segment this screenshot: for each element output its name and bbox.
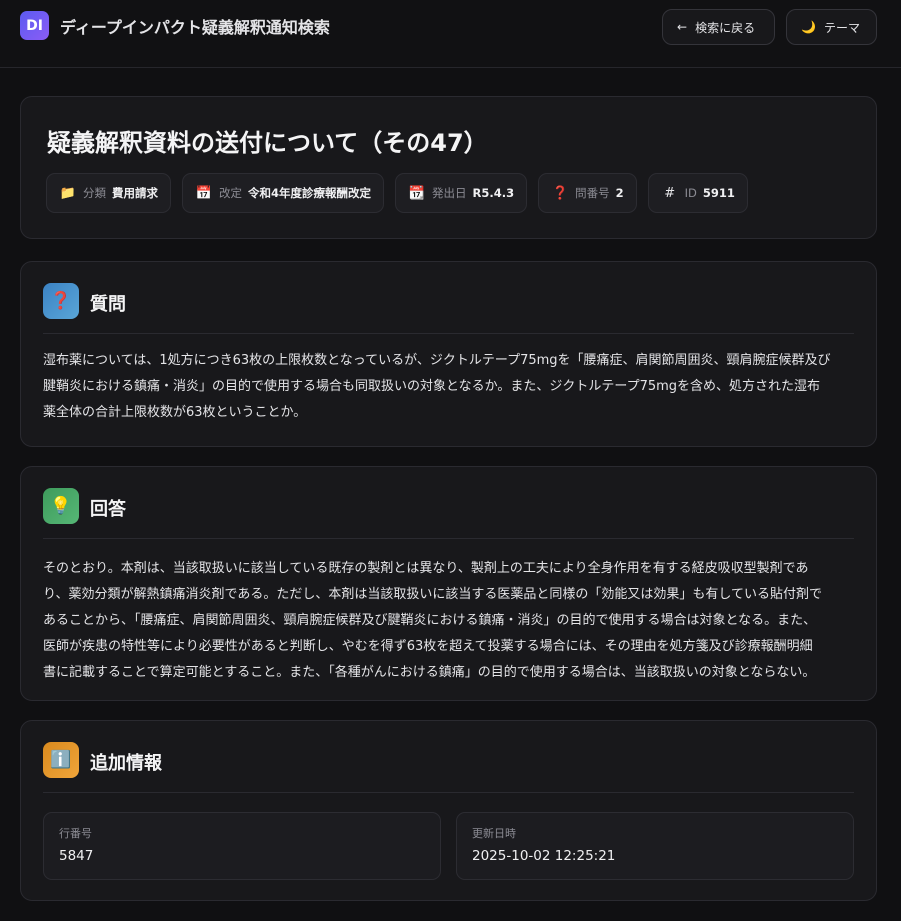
- chip-issue-date: 📆 発出日 R5.4.3: [395, 173, 528, 213]
- question-line: 薬全体の合計上限枚数が63枚ということか。: [43, 405, 307, 420]
- question-title: 質問: [90, 294, 126, 315]
- folder-icon: 📁: [59, 185, 77, 201]
- hash-icon: #: [664, 185, 676, 201]
- chip-question-number-label: 問番号: [575, 186, 610, 200]
- back-to-search-label: 検索に戻る: [695, 20, 756, 35]
- chip-category-label: 分類: [83, 186, 106, 200]
- chip-revision-value: 令和4年度診療報酬改定: [248, 186, 372, 200]
- moon-icon: 🌙: [801, 20, 816, 34]
- answer-line: り、薬効分類が解熱鎮痛消炎剤である。ただし、本剤は当該取扱いに該当する医薬品と同…: [43, 587, 822, 602]
- answer-card: 💡 回答 そのとおり。本剤は、当該取扱いに該当している既存の製剤とは異なり、製剤…: [20, 466, 877, 701]
- info-icon: ℹ️: [43, 742, 79, 778]
- app-logo[interactable]: DI: [20, 11, 49, 40]
- chip-id-value: 5911: [702, 186, 735, 200]
- chip-id-label: ID: [684, 186, 697, 200]
- document-header-card: 疑義解釈資料の送付について（その47） 📁 分類 費用請求 📅 改定 令和4年度…: [20, 96, 877, 239]
- chip-revision-label: 改定: [219, 186, 242, 200]
- updated-at-box: 更新日時 2025-10-02 12:25:21: [456, 812, 854, 880]
- additional-info-card: ℹ️ 追加情報 行番号 5847 更新日時 2025-10-02 12:25:2…: [20, 720, 877, 901]
- updated-at-value: 2025-10-02 12:25:21: [472, 848, 616, 864]
- answer-title: 回答: [90, 499, 126, 520]
- app-title: ディープインパクト疑義解釈通知検索: [60, 18, 330, 37]
- lightbulb-icon: 💡: [43, 488, 79, 524]
- updated-at-label: 更新日時: [472, 827, 516, 840]
- chip-revision: 📅 改定 令和4年度診療報酬改定: [182, 173, 385, 213]
- question-line: 湿布薬については、1処方につき63枚の上限枚数となっているが、ジクトルテープ75…: [43, 353, 831, 368]
- theme-toggle-button[interactable]: 🌙 テーマ: [786, 9, 877, 45]
- answer-line: 医師が疾患の特性等により必要性があると判断し、やむを得ず63枚を超えて投薬する場…: [43, 639, 813, 654]
- row-number-value: 5847: [59, 848, 94, 864]
- row-number-label: 行番号: [59, 827, 92, 840]
- arrow-left-icon: ←: [677, 20, 688, 34]
- answer-line: 書に記載することで算定可能とすること。また、「各種がんにおける鎮痛」の目的で使用…: [43, 665, 816, 680]
- question-card: ❓ 質問 湿布薬については、1処方につき63枚の上限枚数となっているが、ジクトル…: [20, 261, 877, 447]
- answer-line: あることから、「腰痛症、肩関節周囲炎、頸肩腕症候群及び腱鞘炎における鎮痛・消炎」…: [43, 613, 817, 628]
- chip-question-number: ❓ 問番号 2: [538, 173, 637, 213]
- page-title: 疑義解釈資料の送付について（その47）: [47, 129, 488, 157]
- row-number-box: 行番号 5847: [43, 812, 441, 880]
- chip-category: 📁 分類 費用請求: [46, 173, 171, 213]
- question-icon: ❓: [43, 283, 79, 319]
- theme-toggle-label: テーマ: [823, 20, 860, 35]
- calendar-icon: 📆: [408, 185, 426, 201]
- metadata-chips: 📁 分類 費用請求 📅 改定 令和4年度診療報酬改定 📆 発出日 R5.4.3 …: [46, 173, 748, 213]
- answer-line: そのとおり。本剤は、当該取扱いに該当している既存の製剤とは異なり、製剤上の工夫に…: [43, 561, 809, 576]
- chip-issue-date-value: R5.4.3: [472, 186, 515, 200]
- question-line: 腱鞘炎における鎮痛・消炎」の目的で使用する場合も同取扱いの対象となるか。また、ジ…: [43, 379, 821, 394]
- question-icon: ❓: [552, 185, 569, 201]
- chip-issue-date-label: 発出日: [432, 186, 467, 200]
- calendar-icon: 📅: [195, 185, 213, 201]
- additional-info-header: ℹ️ 追加情報: [43, 742, 854, 793]
- app-header: DI ディープインパクト疑義解釈通知検索 ← 検索に戻る 🌙 テーマ: [0, 0, 901, 68]
- answer-text: そのとおり。本剤は、当該取扱いに該当している既存の製剤とは異なり、製剤上の工夫に…: [43, 556, 854, 686]
- chip-category-value: 費用請求: [112, 186, 158, 200]
- answer-header: 💡 回答: [43, 488, 854, 539]
- additional-info-title: 追加情報: [90, 753, 162, 774]
- chip-id: # ID 5911: [647, 173, 748, 213]
- back-to-search-button[interactable]: ← 検索に戻る: [662, 9, 775, 45]
- chip-question-number-value: 2: [615, 186, 624, 200]
- question-header: ❓ 質問: [43, 283, 854, 334]
- question-text: 湿布薬については、1処方につき63枚の上限枚数となっているが、ジクトルテープ75…: [43, 348, 854, 426]
